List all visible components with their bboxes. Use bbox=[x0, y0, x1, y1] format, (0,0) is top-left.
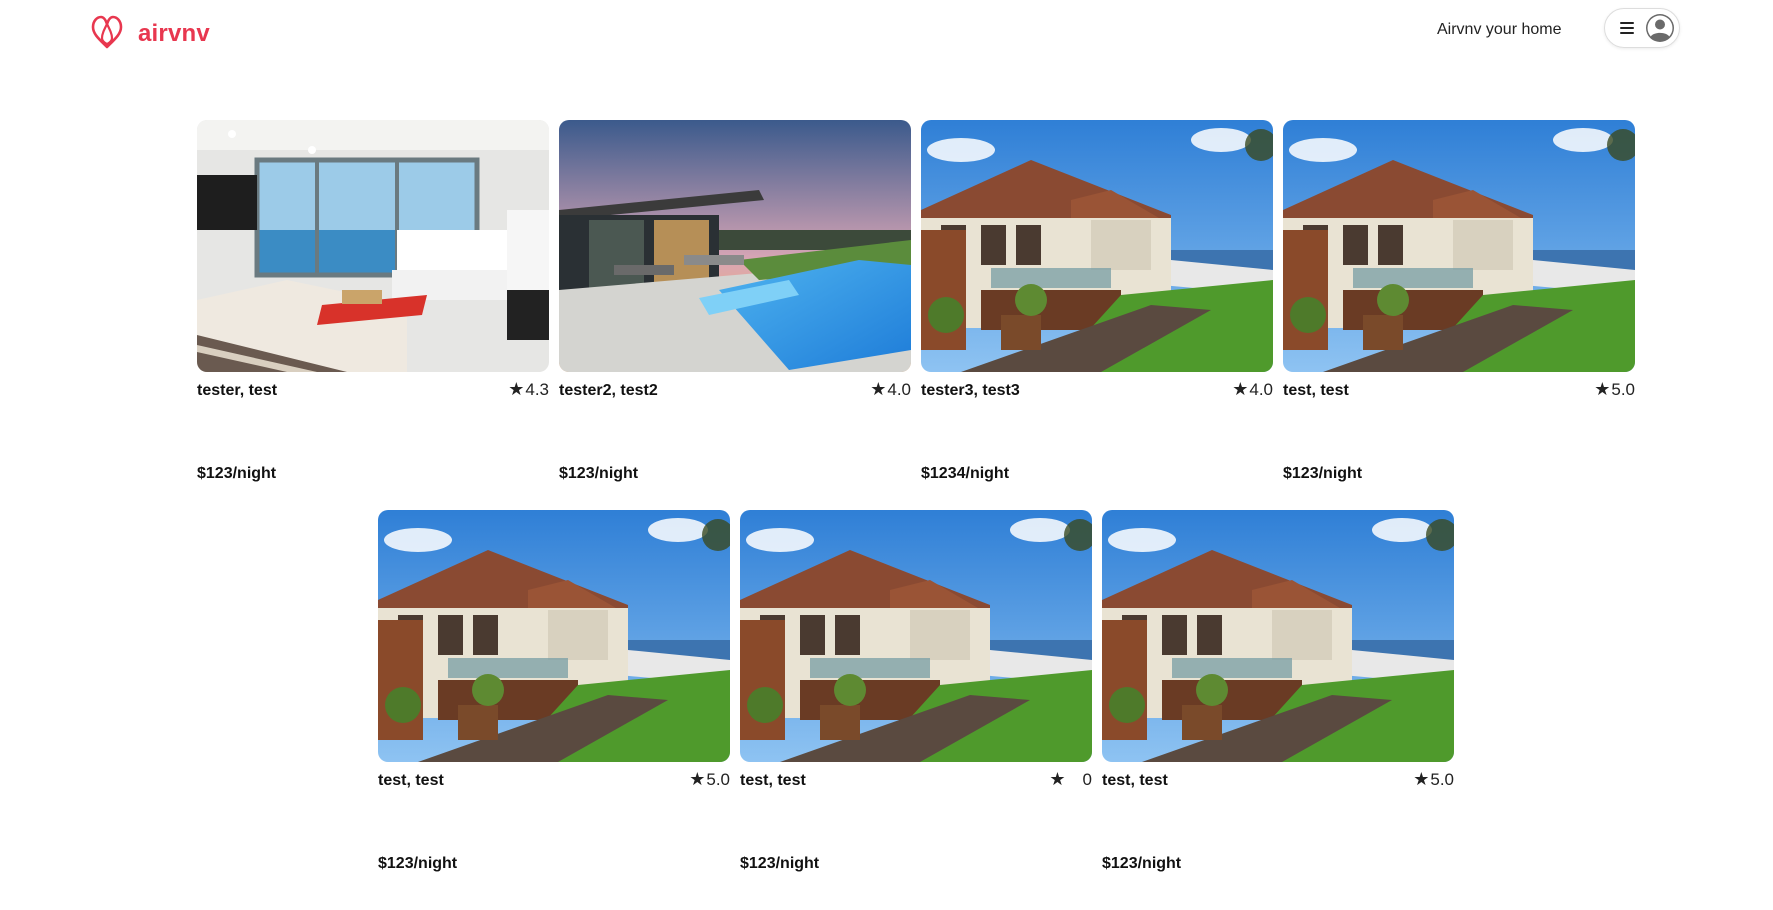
star-icon: ★ bbox=[870, 379, 887, 399]
listing-price: $1234/night bbox=[921, 465, 1010, 482]
user-avatar-icon bbox=[1646, 14, 1674, 42]
rating-value: 5.0 bbox=[1430, 769, 1454, 789]
brand-logo-link[interactable]: airvnv bbox=[90, 12, 210, 55]
rating-value: 5.0 bbox=[1611, 379, 1635, 399]
listing-price: $123/night bbox=[197, 465, 277, 482]
listing-price: $123/night bbox=[1102, 855, 1182, 872]
rating-value: 4.0 bbox=[1249, 379, 1273, 399]
star-icon: ★ bbox=[689, 769, 706, 789]
listing-card[interactable]: tester2, test2 ★ 4.0 $123/night bbox=[559, 120, 911, 482]
listing-photo[interactable] bbox=[1102, 510, 1454, 762]
listing-price: $123/night bbox=[1283, 465, 1363, 482]
star-icon: ★ bbox=[1594, 379, 1611, 399]
listing-title: test, test bbox=[1102, 772, 1168, 789]
listing-photo[interactable] bbox=[1283, 120, 1635, 372]
rating-value: 4.3 bbox=[525, 379, 549, 399]
star-icon: ★ bbox=[1232, 379, 1249, 399]
listing-photo[interactable] bbox=[740, 510, 1092, 762]
listing-price: $123/night bbox=[740, 855, 820, 872]
user-menu-button[interactable] bbox=[1604, 8, 1680, 48]
listing-rating: ★ 5.0 bbox=[689, 769, 730, 790]
listing-rating: ★ 5.0 bbox=[1594, 379, 1635, 400]
listing-price: $123/night bbox=[559, 465, 639, 482]
listing-card[interactable]: test, test ★ 0 $123/night bbox=[740, 510, 1092, 872]
star-icon: ★ bbox=[508, 379, 525, 399]
top-navigation-bar: airvnv Airvnv your home bbox=[0, 0, 1773, 60]
listing-card[interactable]: tester, test ★ 4.3 $123/night bbox=[197, 120, 549, 482]
listing-photo[interactable] bbox=[197, 120, 549, 372]
rating-value: 0 bbox=[1082, 769, 1092, 789]
listing-title: tester3, test3 bbox=[921, 382, 1020, 399]
rating-value: 5.0 bbox=[706, 769, 730, 789]
listing-photo[interactable] bbox=[559, 120, 911, 372]
listing-title: test, test bbox=[1283, 382, 1349, 399]
airvnv-logo-icon bbox=[90, 12, 124, 55]
listing-rating: ★ 0 bbox=[1049, 769, 1092, 790]
listing-card[interactable]: test, test ★ 5.0 $123/night bbox=[378, 510, 730, 872]
listing-card[interactable]: test, test ★ 5.0 $123/night bbox=[1102, 510, 1454, 872]
listing-price: $123/night bbox=[378, 855, 458, 872]
listing-card[interactable]: tester3, test3 ★ 4.0 $1234/night bbox=[921, 120, 1273, 482]
listing-title: test, test bbox=[378, 772, 444, 789]
listing-card[interactable]: test, test ★ 5.0 $123/night bbox=[1283, 120, 1635, 482]
listing-photo[interactable] bbox=[378, 510, 730, 762]
listing-rating: ★ 4.0 bbox=[1232, 379, 1273, 400]
rating-value: 4.0 bbox=[887, 379, 911, 399]
listing-rating: ★ 4.3 bbox=[508, 379, 549, 400]
listing-title: test, test bbox=[740, 772, 806, 789]
star-icon: ★ bbox=[1049, 769, 1066, 789]
star-icon: ★ bbox=[1413, 769, 1430, 789]
listing-rating: ★ 4.0 bbox=[870, 379, 911, 400]
listing-rating: ★ 5.0 bbox=[1413, 769, 1454, 790]
brand-name: airvnv bbox=[138, 19, 210, 47]
host-your-home-link[interactable]: Airvnv your home bbox=[1437, 21, 1562, 39]
hamburger-menu-icon bbox=[1620, 22, 1634, 34]
listing-title: tester, test bbox=[197, 382, 278, 399]
listing-photo[interactable] bbox=[921, 120, 1273, 372]
listing-title: tester2, test2 bbox=[559, 382, 658, 399]
